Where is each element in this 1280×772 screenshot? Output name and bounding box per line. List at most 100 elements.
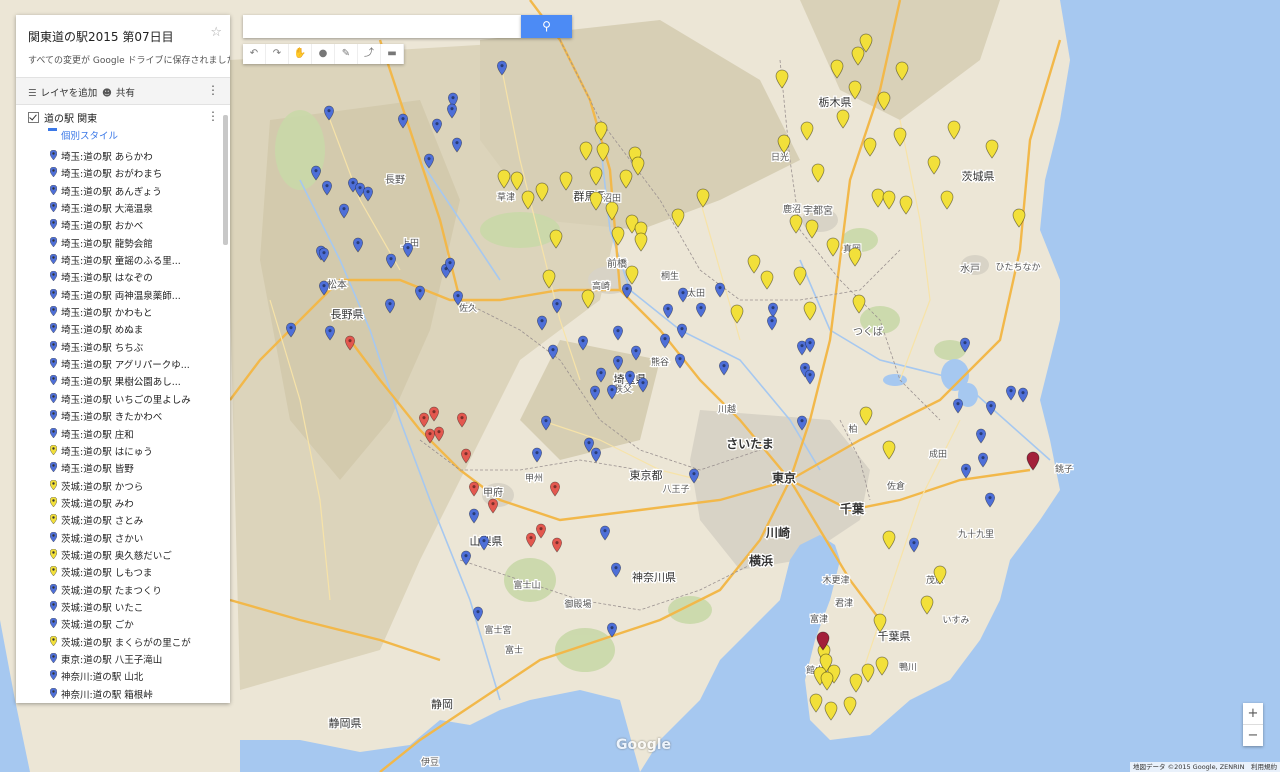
- search-icon: ⚲: [542, 19, 551, 33]
- list-item[interactable]: 埼玉:道の駅 かわもと: [16, 303, 230, 320]
- list-item[interactable]: 埼玉:道の駅 両神温泉薬師...: [16, 286, 230, 303]
- list-item[interactable]: 埼玉:道の駅 アグリパークゆ...: [16, 355, 230, 372]
- list-item[interactable]: 東京:道の駅 八王子滝山: [16, 650, 230, 667]
- list-item[interactable]: 埼玉:道の駅 あらかわ: [16, 147, 230, 164]
- blue-pin-icon: [49, 583, 58, 594]
- ruler-icon[interactable]: ▬: [381, 44, 404, 64]
- list-item[interactable]: 埼玉:道の駅 きたかわべ: [16, 407, 230, 424]
- list-item-label: 茨城:道の駅 みわ: [61, 498, 134, 510]
- list-item-label: 埼玉:道の駅 大滝温泉: [61, 204, 153, 216]
- list-item[interactable]: 埼玉:道の駅 おかべ: [16, 216, 230, 233]
- person-add-icon: ☻: [102, 88, 112, 99]
- search-button[interactable]: ⚲: [521, 15, 572, 38]
- redo-icon[interactable]: ↷: [266, 44, 289, 64]
- list-item[interactable]: 神奈川:道の駅 箱根峠: [16, 685, 230, 702]
- list-item[interactable]: 茨城:道の駅 いたこ: [16, 598, 230, 615]
- list-item-label: 埼玉:道の駅 はにゅう: [61, 446, 153, 458]
- map-label: 長野県: [331, 308, 364, 321]
- list-item-label: 埼玉:道の駅 いちごの里よしみ: [61, 394, 191, 406]
- layer-header[interactable]: 道の駅 関東: [28, 110, 97, 125]
- hand-icon[interactable]: ✋: [289, 44, 312, 64]
- blue-pin-icon: [49, 149, 58, 161]
- style-link[interactable]: 個別スタイル: [48, 128, 118, 142]
- map-label: 水戸: [960, 263, 980, 275]
- list-item-label: 埼玉:道の駅 両神温泉薬師...: [61, 290, 181, 302]
- list-item[interactable]: 茨城:道の駅 たまつくり: [16, 581, 230, 598]
- yellow-pin-icon: [49, 496, 58, 508]
- map-label: 佐久: [459, 302, 477, 314]
- map-label: 川越: [718, 403, 736, 415]
- map-label: 東京都: [630, 468, 663, 482]
- map-label: 川崎: [765, 525, 790, 540]
- list-item-label: 茨城:道の駅 さとみ: [61, 516, 144, 528]
- map-label: 富士宮: [484, 624, 511, 636]
- list-item-label: 神奈川:道の駅 山北: [61, 672, 144, 684]
- list-item[interactable]: 茨城:道の駅 ごか: [16, 615, 230, 632]
- yellow-pin-icon: [49, 513, 58, 525]
- list-item-label: 茨城:道の駅 かつら: [61, 481, 144, 493]
- list-item[interactable]: 茨城:道の駅 まくらがの里こが: [16, 633, 230, 650]
- list-item[interactable]: 茨城:道の駅 さかい: [16, 529, 230, 546]
- list-item[interactable]: 埼玉:道の駅 いちごの里よしみ: [16, 390, 230, 407]
- list-item-label: 茨城:道の駅 ごか: [61, 620, 134, 632]
- map-label: 太田: [687, 287, 705, 299]
- blue-pin-icon: [49, 167, 58, 178]
- add-layer-button[interactable]: ☰ レイヤを追加: [28, 85, 97, 99]
- marker-icon[interactable]: ●: [312, 44, 335, 64]
- list-item[interactable]: 埼玉:道の駅 果樹公園あし...: [16, 372, 230, 389]
- map-label: 君津: [835, 598, 853, 609]
- list-item[interactable]: 埼玉:道の駅 庄和: [16, 425, 230, 442]
- map-label: 神奈川県: [632, 570, 676, 584]
- zoom-out-button[interactable]: −: [1243, 725, 1263, 746]
- list-item[interactable]: 埼玉:道の駅 おがわまち: [16, 164, 230, 181]
- list-item[interactable]: 神奈川:道の駅 山北: [16, 667, 230, 684]
- list-item[interactable]: 茨城:道の駅 しもつま: [16, 563, 230, 580]
- blue-pin-icon: [49, 652, 58, 664]
- save-status: すべての変更が Google ドライブに保存されました: [28, 56, 230, 66]
- list-item[interactable]: 埼玉:道の駅 大滝温泉: [16, 199, 230, 216]
- map-label: 八王子: [662, 484, 689, 495]
- list-item-label: 埼玉:道の駅 はなぞの: [61, 273, 153, 285]
- map-label: 伊豆: [421, 756, 439, 768]
- map-label: 木更津: [822, 574, 849, 586]
- blue-pin-icon: [49, 357, 58, 369]
- paint-roller-icon: [48, 128, 57, 139]
- star-icon[interactable]: ☆: [210, 25, 222, 40]
- panel-more-icon[interactable]: ⋮: [207, 84, 219, 96]
- place-list: 埼玉:道の駅 あらかわ 埼玉:道の駅 おがわまち 埼玉:道の駅 あんぎょう 埼玉:道の…: [16, 147, 230, 702]
- map-label: 富士山: [513, 579, 540, 591]
- list-item-label: 埼玉:道の駅 果樹公園あし...: [61, 377, 181, 389]
- map-label: 富津: [810, 613, 828, 625]
- layer-checkbox[interactable]: [28, 112, 39, 123]
- list-item-label: 埼玉:道の駅 あらかわ: [61, 152, 153, 163]
- list-item[interactable]: 茨城:道の駅 みわ: [16, 494, 230, 511]
- list-item[interactable]: 埼玉:道の駅 はにゅう: [16, 442, 230, 459]
- list-item[interactable]: 茨城:道の駅 さとみ: [16, 511, 230, 528]
- map-label: 東京: [772, 470, 796, 485]
- list-item[interactable]: 埼玉:道の駅 皆野: [16, 459, 230, 476]
- list-item[interactable]: 埼玉:道の駅 あんぎょう: [16, 182, 230, 199]
- list-item[interactable]: 埼玉:道の駅 龍勢会館: [16, 234, 230, 251]
- list-item[interactable]: 埼玉:道の駅 はなぞの: [16, 268, 230, 285]
- list-item[interactable]: 埼玉:道の駅 童謡のふる里...: [16, 251, 230, 268]
- share-button[interactable]: ☻ 共有: [102, 85, 135, 99]
- blue-pin-icon: [49, 271, 58, 282]
- yellow-pin-icon: [49, 565, 58, 577]
- map-label: 日光: [771, 151, 789, 163]
- list-item[interactable]: 茨城:道の駅 かつら: [16, 477, 230, 494]
- list-item[interactable]: 埼玉:道の駅 ちちぶ: [16, 338, 230, 355]
- map-title[interactable]: 関東道の駅2015 第07日目: [28, 28, 174, 45]
- list-item[interactable]: 茨城:道の駅 奥久慈だいご: [16, 546, 230, 563]
- map-label: 甲州: [525, 473, 543, 484]
- directions-icon[interactable]: ⤴: [358, 44, 381, 64]
- google-watermark: Google: [616, 737, 672, 753]
- list-item[interactable]: 埼玉:道の駅 めぬま: [16, 320, 230, 337]
- map-search-input[interactable]: [243, 15, 521, 38]
- layer-more-icon[interactable]: ⋮: [207, 110, 219, 122]
- draw-line-icon[interactable]: ✎: [335, 44, 358, 64]
- map-label: 千葉: [840, 501, 865, 516]
- zoom-in-button[interactable]: +: [1243, 703, 1263, 724]
- blue-pin-icon: [49, 375, 58, 386]
- blue-pin-icon: [49, 461, 58, 473]
- undo-icon[interactable]: ↶: [243, 44, 266, 64]
